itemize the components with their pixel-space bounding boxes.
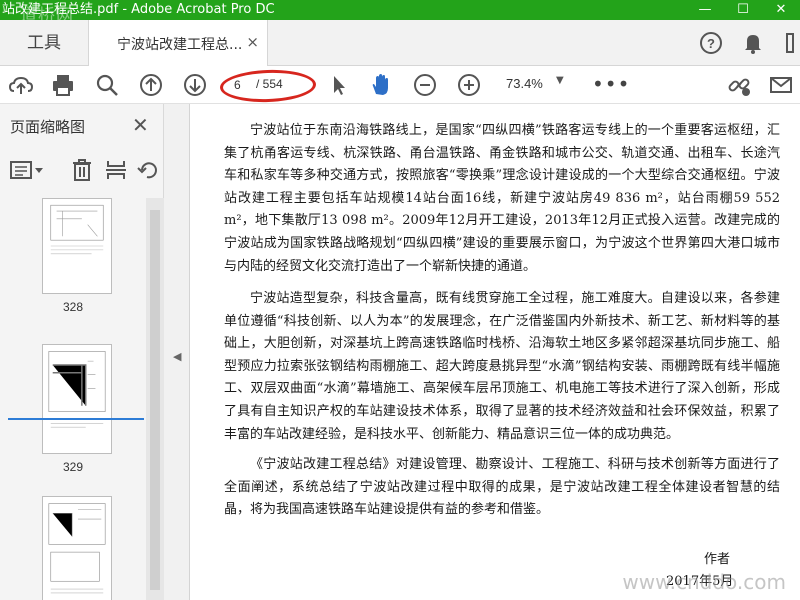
more-tools-button[interactable]: ••• — [592, 72, 630, 96]
zoom-out-icon[interactable] — [412, 72, 438, 98]
help-icon[interactable]: ? — [698, 30, 724, 56]
search-icon[interactable] — [94, 72, 120, 98]
close-panel-button[interactable]: ✕ — [132, 113, 149, 137]
next-page-icon[interactable] — [182, 72, 208, 98]
svg-text:?: ? — [707, 36, 715, 51]
site-watermark-bottom: www.cnddo.com — [622, 570, 786, 594]
options-menu-icon[interactable] — [10, 158, 46, 182]
paragraph-2: 宁波站造型复杂，科技含量高，既有线贯穿施工全过程，施工难度大。自建设以来，各参建… — [224, 291, 780, 442]
paragraph-3: 《宁波站改建工程总结》对建设管理、勘察设计、工程施工、科研与技术创新等方面进行了… — [224, 457, 780, 518]
panel-splitter[interactable]: ◀ — [164, 104, 190, 600]
thumbnail-page-329[interactable] — [42, 344, 112, 454]
previous-page-icon[interactable] — [138, 72, 164, 98]
paragraph-1: 宁波站位于东南沿海铁路线上，是国家“四纵四横”铁路客运专线上的一个重要客运枢纽，… — [224, 123, 780, 274]
author-signature: 作者 — [704, 552, 731, 567]
upload-cloud-icon[interactable] — [8, 72, 34, 98]
panel-title: 页面缩略图 — [10, 118, 86, 136]
thumbnail-label: 329 — [62, 460, 84, 474]
panel-toolbar — [0, 152, 164, 190]
share-link-icon[interactable] — [726, 72, 752, 98]
page-thumbnails-panel: 页面缩略图 ✕ 328 329 — [0, 104, 164, 600]
scrollbar-thumb[interactable] — [150, 210, 160, 590]
thumbnail-list[interactable]: 328 329 — [0, 198, 146, 600]
delete-page-icon[interactable] — [70, 158, 94, 182]
email-icon[interactable] — [768, 72, 794, 98]
print-icon[interactable] — [50, 72, 76, 98]
title-bar: 站改建工程总结.pdf - Adobe Acrobat Pro DC 道桥网 —… — [0, 0, 800, 20]
zoom-level[interactable]: 73.4% — [506, 76, 543, 91]
site-watermark: 道桥网 — [20, 6, 74, 20]
tab-bar: 工具 宁波站改建工程总... × ? — [0, 20, 800, 66]
tab-tools[interactable]: 工具 — [0, 20, 88, 66]
select-cursor-icon[interactable] — [326, 72, 352, 98]
insert-page-icon[interactable] — [104, 158, 128, 182]
window-controls: — ☐ ✕ — [686, 0, 800, 20]
thumbnail-label: 328 — [62, 300, 84, 314]
rotate-icon[interactable] — [136, 158, 160, 182]
close-window-button[interactable]: ✕ — [762, 0, 800, 20]
tab-document[interactable]: 宁波站改建工程总... × — [88, 20, 268, 66]
zoom-in-icon[interactable] — [456, 72, 482, 98]
document-tab-label: 宁波站改建工程总... — [117, 37, 243, 53]
minimize-button[interactable]: — — [686, 0, 724, 20]
hand-tool-icon[interactable] — [368, 72, 394, 98]
thumbnail-page-330[interactable] — [42, 496, 112, 600]
maximize-button[interactable]: ☐ — [724, 0, 762, 20]
document-view[interactable]: 宁波站位于东南沿海铁路线上，是国家“四纵四横”铁路客运专线上的一个重要客运枢纽，… — [190, 104, 800, 600]
close-tab-button[interactable]: × — [246, 33, 259, 51]
collapse-arrow-icon[interactable]: ◀ — [173, 350, 181, 363]
panel-edge-icon[interactable] — [784, 30, 798, 56]
chevron-down-icon[interactable]: ▼ — [556, 75, 564, 86]
thumbnail-scrollbar[interactable] — [146, 198, 164, 600]
thumbnail-page-328[interactable] — [42, 198, 112, 294]
bell-icon[interactable] — [740, 30, 766, 56]
selected-thumbnail-indicator — [8, 418, 144, 420]
main-toolbar: / 554 73.4% ▼ ••• — [0, 66, 800, 104]
